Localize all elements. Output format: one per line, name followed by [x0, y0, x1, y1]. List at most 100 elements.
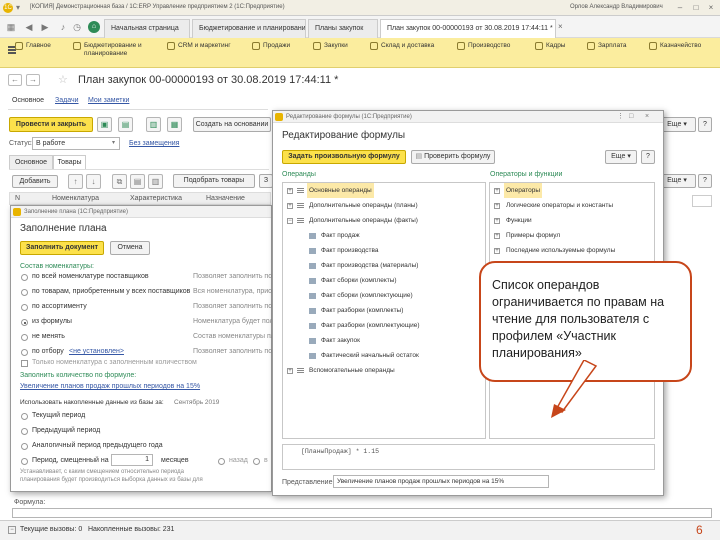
- nav-back-icon[interactable]: ←: [8, 74, 22, 86]
- close-icon[interactable]: ×: [645, 111, 649, 123]
- tree-row[interactable]: Факт разборки (комплектующие): [283, 318, 485, 333]
- column-header-n[interactable]: N: [15, 195, 20, 202]
- no-replacements-link[interactable]: Без замещения: [129, 140, 179, 147]
- radio-back[interactable]: [218, 458, 225, 465]
- favorite-star-icon[interactable]: ☆: [58, 73, 68, 86]
- tab-main[interactable]: Основное: [9, 155, 53, 169]
- section-salary[interactable]: Зарплата: [587, 42, 626, 50]
- menu-icon[interactable]: ▾: [16, 3, 20, 12]
- help-button[interactable]: ?: [698, 174, 712, 188]
- radio-forward[interactable]: [253, 458, 260, 465]
- tab-purchase-plans[interactable]: Планы закупок: [308, 19, 378, 38]
- user-name[interactable]: Орлов Александр Владимирович: [570, 4, 663, 10]
- post-and-close-button[interactable]: Провести и закрыть: [9, 117, 93, 132]
- radio-by-filter[interactable]: [21, 349, 28, 356]
- section-warehouse[interactable]: Склад и доставка: [370, 42, 434, 50]
- back-icon[interactable]: ◀: [22, 20, 36, 34]
- column-header-characteristic[interactable]: Характеристика: [130, 195, 182, 202]
- tree-row[interactable]: + Логические операторы и константы: [490, 198, 654, 213]
- section-budgeting[interactable]: Бюджетирование и планирование: [73, 42, 152, 58]
- more-button[interactable]: Еще ▾: [605, 150, 637, 164]
- expand-icon[interactable]: +: [494, 248, 500, 254]
- close-icon[interactable]: ×: [705, 2, 717, 13]
- copy-icon[interactable]: ⧉: [112, 174, 127, 189]
- qty-formula-link[interactable]: Увеличение планов продаж прошлых периодо…: [20, 383, 200, 390]
- save-icon[interactable]: ▣: [97, 117, 112, 132]
- maximize-icon[interactable]: □: [690, 2, 702, 13]
- grid-icon[interactable]: ▦: [4, 20, 18, 34]
- nav-forward-icon[interactable]: →: [26, 74, 40, 86]
- expand-icon[interactable]: +: [494, 233, 500, 239]
- tree-row[interactable]: Факт сборки (комплекты): [283, 273, 485, 288]
- expand-icon[interactable]: +: [494, 203, 500, 209]
- radio-assortment[interactable]: [21, 304, 28, 311]
- expand-icon[interactable]: +: [494, 188, 500, 194]
- expand-icon[interactable]: +: [287, 188, 293, 194]
- tab-home[interactable]: Начальная страница: [104, 19, 190, 38]
- column-header-purpose[interactable]: Назначение: [206, 195, 245, 202]
- doc-help-button[interactable]: ?: [698, 117, 712, 132]
- tree-row[interactable]: Факт сборки (комплектующие): [283, 288, 485, 303]
- tab-budgeting[interactable]: Бюджетирование и планирование: [192, 19, 306, 38]
- tree-row[interactable]: + Вспомогательные операнды: [283, 363, 485, 378]
- expand-icon[interactable]: +: [287, 203, 293, 209]
- home-icon[interactable]: ⌂: [88, 21, 100, 33]
- filter-link[interactable]: <не установлен>: [69, 348, 124, 355]
- tab-purchase-plan-doc[interactable]: План закупок 00-00000193 от 30.08.2019 1…: [380, 19, 556, 38]
- tree-row[interactable]: Факт производства: [283, 243, 485, 258]
- section-purchases[interactable]: Закупки: [313, 42, 348, 50]
- create-based-button[interactable]: Создать на основании: [193, 117, 271, 132]
- radio-no-change[interactable]: [21, 334, 28, 341]
- tree-row[interactable]: + Операторы: [490, 183, 654, 198]
- forward-icon[interactable]: ▶: [38, 20, 52, 34]
- move-up-icon[interactable]: ↑: [68, 174, 83, 189]
- expand-icon[interactable]: +: [287, 368, 293, 374]
- section-production[interactable]: Производство: [457, 42, 510, 50]
- tree-row[interactable]: Фактический начальный остаток: [283, 348, 485, 363]
- fill-document-button[interactable]: Заполнить документ: [20, 241, 104, 255]
- tree-row[interactable]: + Дополнительные операнды (планы): [283, 198, 485, 213]
- section-hr[interactable]: Кадры: [535, 42, 565, 50]
- doc-nav-main[interactable]: Основное: [12, 97, 44, 104]
- move-down-icon[interactable]: ↓: [86, 174, 101, 189]
- radio-same-period-last-year[interactable]: [21, 443, 28, 450]
- status-field[interactable]: В работе: [32, 137, 120, 150]
- radio-previous-period[interactable]: [21, 428, 28, 435]
- radio-goods-purchased[interactable]: [21, 289, 28, 296]
- clear-icon[interactable]: ▥: [148, 174, 163, 189]
- tree-row[interactable]: Факт закупок: [283, 333, 485, 348]
- collapse-icon[interactable]: −: [8, 526, 16, 534]
- presentation-field[interactable]: Увеличение планов продаж прошлых периодо…: [333, 475, 549, 488]
- tab-close-icon[interactable]: ×: [558, 22, 563, 31]
- radio-shifted-period[interactable]: [21, 458, 28, 465]
- post-icon[interactable]: ▤: [118, 117, 133, 132]
- section-sales[interactable]: Продажи: [252, 42, 290, 50]
- maximize-icon[interactable]: □: [629, 111, 633, 123]
- tree-row[interactable]: + Основные операнды: [283, 183, 485, 198]
- pick-goods-button[interactable]: Подобрать товары: [173, 174, 255, 188]
- add-button[interactable]: Добавить: [12, 175, 58, 188]
- section-treasury[interactable]: Казначейство: [649, 42, 701, 50]
- cancel-button[interactable]: Отмена: [110, 241, 150, 255]
- formula-field[interactable]: [12, 508, 712, 518]
- set-formula-button[interactable]: Задать произвольную формулу: [282, 150, 406, 164]
- menu-icon[interactable]: ⋮: [617, 111, 624, 123]
- minimize-icon[interactable]: –: [674, 2, 686, 13]
- report-icon[interactable]: ▥: [146, 117, 161, 132]
- tree-row[interactable]: Факт производства (материалы): [283, 258, 485, 273]
- table-settings-icon[interactable]: [692, 195, 712, 207]
- section-crm[interactable]: CRM и маркетинг: [167, 42, 231, 50]
- tree-row[interactable]: + Функции: [490, 213, 654, 228]
- section-main[interactable]: Главное: [15, 42, 51, 50]
- chevron-down-icon[interactable]: ▾: [112, 139, 115, 146]
- check-formula-button[interactable]: ▤ Проверить формулу: [411, 150, 495, 164]
- shift-value-field[interactable]: 1: [111, 454, 153, 466]
- fill-icon[interactable]: ▤: [130, 174, 145, 189]
- only-with-qty-checkbox[interactable]: [21, 360, 28, 367]
- tree-row[interactable]: − Дополнительные операнды (факты): [283, 213, 485, 228]
- fill-menu-button[interactable]: З: [259, 174, 273, 188]
- tree-row[interactable]: Факт разборки (комплекты): [283, 303, 485, 318]
- tab-goods[interactable]: Товары: [53, 155, 86, 169]
- tree-row[interactable]: + Последние используемые формулы: [490, 243, 654, 258]
- tree-row[interactable]: Факт продаж: [283, 228, 485, 243]
